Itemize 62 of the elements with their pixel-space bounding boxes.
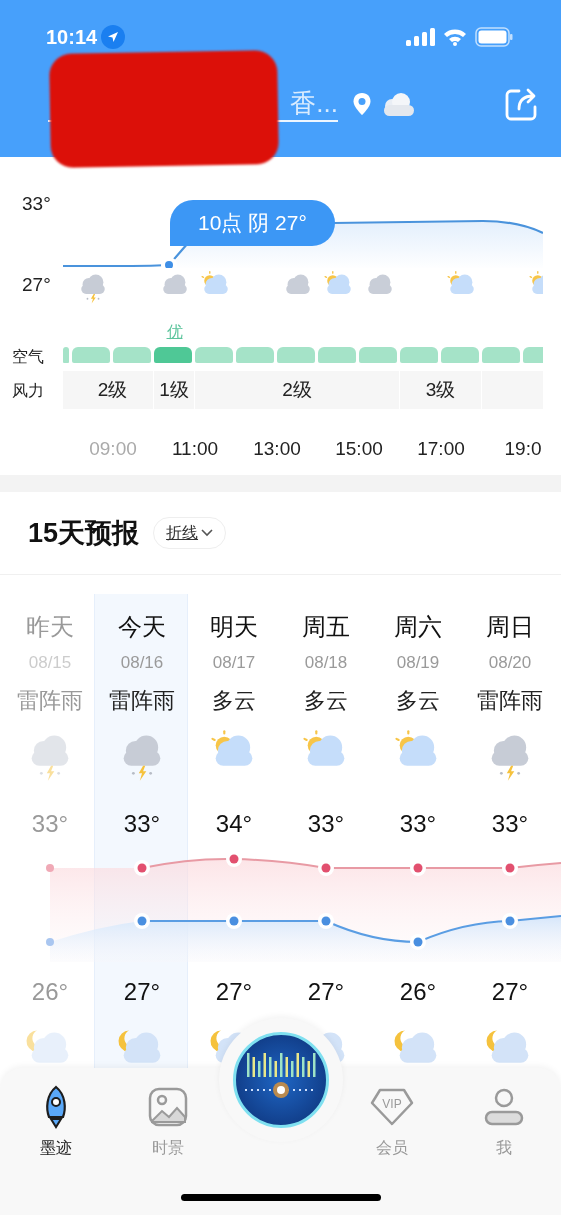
day-name: 周六: [394, 612, 442, 642]
day-name: 昨天: [26, 612, 74, 642]
day-name: 明天: [210, 612, 258, 642]
hour-label: 15:00: [335, 436, 383, 461]
low-temperature: 26°: [31, 977, 69, 1007]
low-temperature: 27°: [123, 977, 161, 1007]
center-tab-button[interactable]: [233, 1032, 329, 1128]
wind-level: 3级: [425, 377, 456, 402]
high-temperature: 34°: [215, 809, 253, 839]
hour-label: 17:00: [417, 436, 465, 461]
day-name: 周日: [486, 612, 534, 642]
battery-icon: [475, 27, 513, 47]
high-temperature: 33°: [31, 809, 69, 839]
chevron-down-icon: [201, 529, 214, 537]
image-icon: [148, 1087, 188, 1127]
wind-level: 2级: [97, 377, 128, 402]
tab-item[interactable]: VIP 会员: [336, 1084, 448, 1160]
axis-label: 33°: [22, 192, 52, 214]
high-temperature: 33°: [491, 809, 529, 839]
hour-label: 13:00: [253, 436, 301, 461]
vip-diamond-icon: VIP: [370, 1087, 414, 1127]
tab-item[interactable]: 时景: [112, 1084, 224, 1160]
day-condition: 多云: [212, 687, 256, 715]
low-temperature: 26°: [399, 977, 437, 1007]
wind-level: 2级: [282, 377, 312, 402]
axis-label: 27°: [22, 273, 52, 295]
air-quality-label: 优: [166, 322, 183, 342]
high-temperature: 33°: [307, 809, 345, 839]
day-name: 周五: [302, 612, 350, 642]
location-name[interactable]: 香...: [290, 86, 338, 120]
day-condition: 多云: [304, 687, 348, 715]
high-temperature: 33°: [123, 809, 161, 839]
location-pin-icon: [352, 92, 372, 116]
tab-item[interactable]: 我: [448, 1084, 560, 1160]
low-temperature: 27°: [491, 977, 529, 1007]
row-label: 风力: [12, 381, 45, 401]
signal-icon: [406, 28, 435, 46]
day-date: 08/17: [212, 652, 256, 674]
wifi-icon: [443, 28, 467, 46]
high-temperature: 33°: [399, 809, 437, 839]
day-date: 08/18: [304, 652, 348, 674]
row-label: 空气: [12, 347, 45, 367]
day-date: 08/16: [120, 652, 164, 674]
hour-label: 19:0: [504, 436, 542, 461]
share-icon[interactable]: [505, 87, 539, 121]
low-temperature: 27°: [215, 977, 253, 1007]
day-condition: 雷阵雨: [477, 687, 543, 715]
wind-level: 1级: [159, 377, 189, 402]
day-condition: 雷阵雨: [109, 687, 175, 715]
section-title: 15天预报: [28, 516, 140, 550]
low-temperature: 27°: [307, 977, 345, 1007]
hour-label: 09:00: [89, 436, 137, 461]
tab-item[interactable]: 墨迹: [0, 1084, 112, 1160]
day-date: 08/19: [396, 652, 440, 674]
hour-tooltip: 10点 阴 27°: [170, 200, 335, 246]
status-time: 10:14: [46, 25, 98, 50]
day-date: 08/20: [488, 652, 532, 674]
day-condition: 雷阵雨: [17, 687, 83, 715]
person-icon: [483, 1087, 525, 1127]
day-condition: 多云: [396, 687, 440, 715]
hour-label: 11:00: [171, 436, 219, 461]
day-name: 今天: [118, 612, 166, 642]
